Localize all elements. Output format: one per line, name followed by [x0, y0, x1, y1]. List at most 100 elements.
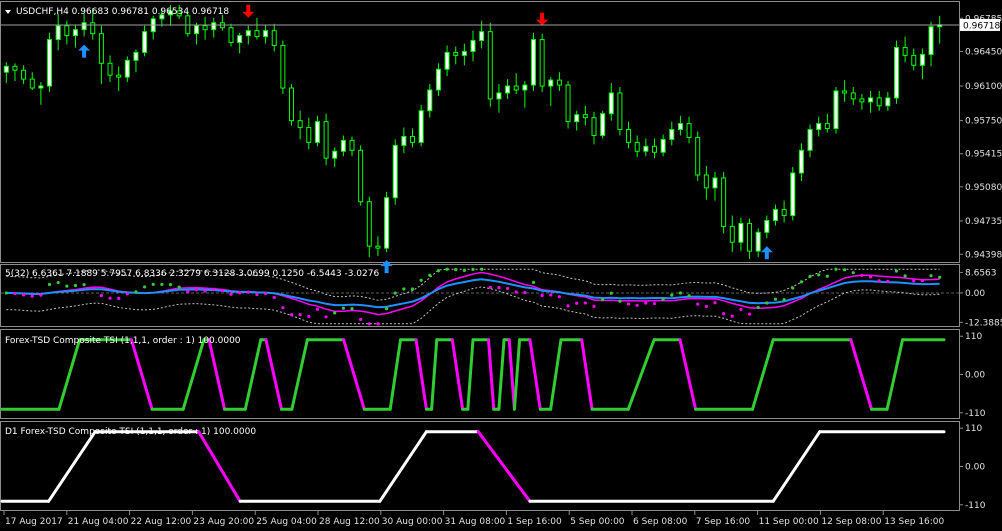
bands-dot — [263, 291, 268, 296]
candle-body — [574, 114, 580, 123]
candle-body — [366, 201, 372, 247]
candle-body — [729, 225, 735, 243]
bands-dot — [601, 297, 605, 302]
candle-body — [107, 62, 113, 76]
bands-dot — [903, 274, 907, 278]
candle-body — [90, 22, 96, 35]
bands-dot — [687, 294, 691, 298]
bands-dot — [315, 307, 320, 311]
bands-dot — [635, 303, 639, 307]
bands-dot — [912, 279, 916, 283]
candle-body — [64, 25, 70, 37]
candle-body — [842, 90, 848, 94]
candle-body — [427, 89, 433, 112]
candle-body — [755, 231, 761, 252]
bands-dot — [713, 301, 717, 305]
bands-dot — [531, 280, 536, 284]
candle-body — [116, 74, 122, 78]
candle-body — [47, 39, 53, 87]
bands-tick-label: 0.00 — [965, 289, 985, 299]
time-tick-label: 1 Sep 16:00 — [507, 517, 562, 527]
bands-dot — [246, 290, 250, 294]
bands-dot — [393, 291, 397, 295]
candle-body — [876, 97, 882, 107]
bands-dot — [281, 306, 285, 310]
bands-dot — [186, 290, 190, 294]
bands-dot — [350, 307, 354, 311]
bands-dot — [99, 293, 103, 298]
bands-dot — [920, 279, 924, 283]
bands-dot — [488, 285, 492, 289]
candle-body — [816, 123, 822, 131]
bands-dot — [324, 315, 328, 319]
bands-dot — [860, 273, 864, 278]
bands-dot — [367, 322, 371, 326]
bands-dot — [307, 314, 311, 319]
bands-dot — [825, 274, 829, 278]
bands-dot — [203, 289, 207, 293]
bands-tick-label: -12.3885 — [965, 318, 1002, 328]
price-tick-label: 0.95415 — [965, 150, 1002, 160]
candle-body — [721, 177, 727, 227]
bands-dot — [298, 313, 302, 317]
bands-dot — [471, 267, 475, 271]
candle-body — [660, 138, 666, 153]
bands-dot — [39, 293, 43, 297]
price-tick-label: 0.96100 — [965, 82, 1002, 92]
time-tick-label: 30 Aug 00:00 — [382, 517, 443, 527]
candle-body — [142, 31, 148, 53]
bands-dot — [454, 268, 458, 272]
time-tick-label: 23 Aug 20:00 — [193, 517, 254, 527]
candle-body — [418, 110, 424, 143]
candle-body — [626, 129, 632, 143]
current-price-label: 0.96718 — [963, 21, 1000, 31]
bands-dot — [177, 285, 181, 289]
candle-body — [505, 85, 511, 94]
candle-body — [289, 87, 295, 122]
price-tick-label: 0.94398 — [965, 250, 1002, 260]
candle-body — [539, 39, 545, 87]
bands-dot — [549, 293, 553, 297]
tsi-tick-label: -110 — [965, 409, 986, 419]
candle-body — [565, 84, 571, 123]
bands-dot — [868, 275, 873, 279]
candle-body — [487, 31, 493, 100]
bands-dot — [678, 291, 683, 295]
candle-body — [738, 222, 744, 243]
d1-tsi-indicator-header: D1 Forex-TSD Composite TSI (1,1,1, order… — [5, 427, 256, 437]
chart-background — [0, 0, 1002, 531]
bands-dot — [410, 287, 415, 291]
candle-body — [643, 145, 649, 152]
candle-body — [72, 29, 78, 37]
bands-dot — [91, 286, 95, 290]
bands-dot — [497, 286, 501, 290]
candle-body — [608, 92, 614, 115]
bands-dot — [65, 284, 69, 288]
candle-body — [98, 33, 104, 64]
price-tick-label: 0.95750 — [965, 117, 1002, 127]
candle-body — [271, 30, 277, 47]
candle-body — [781, 209, 787, 217]
bands-dot — [289, 313, 294, 317]
time-tick-label: 31 Aug 08:00 — [445, 517, 506, 527]
candle-body — [237, 35, 243, 44]
trading-chart[interactable]: 0.967850.964500.961000.957500.954150.950… — [0, 0, 1002, 531]
bands-dot — [30, 294, 34, 298]
bands-dot — [428, 273, 432, 277]
bands-dot — [134, 290, 138, 294]
bands-dot — [462, 268, 466, 272]
candle-body — [919, 53, 925, 66]
candle-body — [911, 54, 917, 66]
bands-dot — [82, 283, 86, 287]
time-tick-label: 11 Sep 00:00 — [759, 517, 819, 527]
candle-body — [375, 245, 381, 249]
bands-dot — [333, 311, 337, 315]
candle-body — [556, 79, 562, 86]
bands-dot — [886, 279, 890, 283]
candle-body — [435, 68, 441, 91]
candle-body — [617, 92, 623, 131]
candle-body — [703, 174, 709, 189]
candle-body — [314, 121, 320, 143]
bands-dot — [117, 296, 121, 300]
bands-dot — [696, 302, 700, 306]
